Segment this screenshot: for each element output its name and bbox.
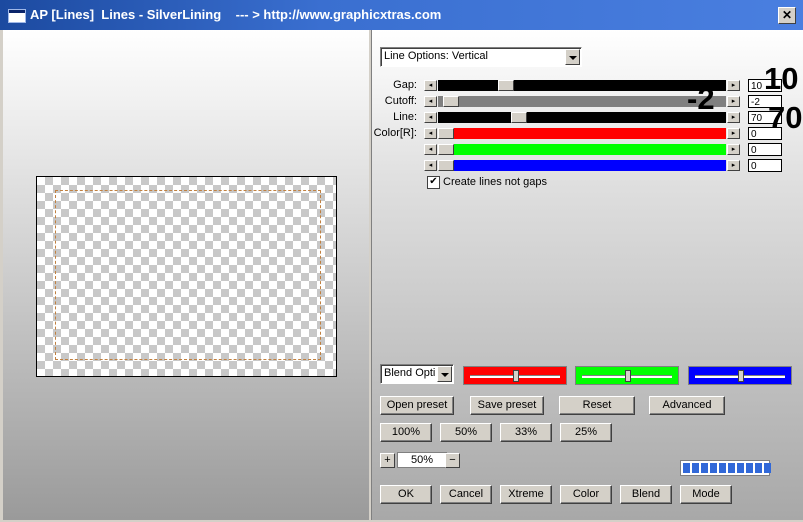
swatch-slider-thumb[interactable]	[513, 370, 519, 382]
progress-segment	[710, 463, 717, 473]
swatch-slider-thumb[interactable]	[625, 370, 631, 382]
open-preset-button[interactable]: Open preset	[380, 396, 454, 415]
color-r-value-field[interactable]: 0	[748, 127, 782, 140]
create-lines-checkbox[interactable]: ✔	[427, 176, 440, 189]
zoom-out-button[interactable]: −	[445, 453, 460, 468]
chevron-right-icon[interactable]: ▸	[727, 160, 740, 171]
color-r-slider[interactable]: ◂ ▸	[424, 128, 740, 139]
save-preset-button[interactable]: Save preset	[470, 396, 544, 415]
gap-label: Gap:	[393, 79, 417, 91]
swatch-slider-thumb[interactable]	[738, 370, 744, 382]
slider-track[interactable]	[438, 80, 726, 91]
chevron-left-icon[interactable]: ◂	[424, 96, 437, 107]
chevron-left-icon[interactable]: ◂	[424, 80, 437, 91]
blend-blue-swatch[interactable]	[688, 366, 792, 385]
progress-segment	[683, 463, 690, 473]
chevron-right-icon[interactable]: ▸	[727, 144, 740, 155]
chevron-left-icon[interactable]: ◂	[424, 112, 437, 123]
title-bar[interactable]: AP [Lines] Lines - SilverLining --- > ht…	[0, 0, 803, 30]
zoom-100-button[interactable]: 100%	[380, 423, 432, 442]
chevron-left-icon[interactable]: ◂	[424, 128, 437, 139]
preview-area	[3, 30, 369, 520]
reset-button[interactable]: Reset	[559, 396, 635, 415]
progress-segment	[755, 463, 762, 473]
zoom-value-field[interactable]: 50%	[397, 452, 447, 468]
chevron-right-icon[interactable]: ▸	[727, 128, 740, 139]
gap-big-value: 10	[764, 61, 799, 96]
blend-red-swatch[interactable]	[463, 366, 567, 385]
window-icon	[8, 9, 26, 23]
color-b-value-field[interactable]: 0	[748, 159, 782, 172]
slider-thumb[interactable]	[438, 160, 454, 171]
progress-segment	[728, 463, 735, 473]
preview-canvas[interactable]	[36, 176, 337, 377]
cancel-button[interactable]: Cancel	[440, 485, 492, 504]
slider-track[interactable]	[438, 112, 726, 123]
chevron-right-icon[interactable]: ▸	[727, 96, 740, 107]
zoom-in-button[interactable]: +	[380, 453, 395, 468]
advanced-button[interactable]: Advanced	[649, 396, 725, 415]
blend-options-select[interactable]: Blend Opti	[380, 364, 454, 384]
zoom-50-button[interactable]: 50%	[440, 423, 492, 442]
slider-track[interactable]	[438, 96, 726, 107]
cutoff-label: Cutoff:	[384, 95, 417, 107]
window-title: AP [Lines] Lines - SilverLining --- > ht…	[30, 7, 442, 22]
color-g-value-field[interactable]: 0	[748, 143, 782, 156]
color-button[interactable]: Color	[560, 485, 612, 504]
slider-track[interactable]	[438, 128, 726, 139]
cutoff-big-value: -2	[687, 81, 715, 116]
mode-button[interactable]: Mode	[680, 485, 732, 504]
close-button[interactable]: ✕	[778, 7, 796, 24]
line-label: Line:	[393, 111, 417, 123]
progress-segment	[746, 463, 753, 473]
slider-thumb[interactable]	[438, 128, 454, 139]
progress-segment	[737, 463, 744, 473]
color-r-label: Color[R]:	[373, 127, 417, 139]
progress-segment	[692, 463, 699, 473]
line-options-value: Line Options: Vertical	[384, 50, 488, 62]
slider-thumb[interactable]	[498, 80, 514, 91]
chevron-right-icon[interactable]: ▸	[727, 112, 740, 123]
blend-options-value: Blend Opti	[384, 367, 436, 379]
options-panel: Line Options: Vertical ✔ Create lines no…	[371, 30, 803, 520]
preview-line-frame	[55, 190, 321, 360]
chevron-down-icon[interactable]	[565, 49, 580, 65]
chevron-left-icon[interactable]: ◂	[424, 160, 437, 171]
progress-segment	[701, 463, 708, 473]
slider-track[interactable]	[438, 160, 726, 171]
slider-thumb[interactable]	[443, 96, 459, 107]
progress-bar	[680, 460, 771, 476]
slider-track[interactable]	[438, 144, 726, 155]
progress-segment	[719, 463, 726, 473]
color-b-slider[interactable]: ◂ ▸	[424, 160, 740, 171]
color-g-slider[interactable]: ◂ ▸	[424, 144, 740, 155]
chevron-down-icon[interactable]	[437, 366, 452, 382]
blend-button[interactable]: Blend	[620, 485, 672, 504]
create-lines-label: Create lines not gaps	[443, 176, 547, 188]
zoom-33-button[interactable]: 33%	[500, 423, 552, 442]
blend-green-swatch[interactable]	[575, 366, 679, 385]
progress-segment	[764, 463, 771, 473]
line-options-select[interactable]: Line Options: Vertical	[380, 47, 582, 67]
slider-thumb[interactable]	[511, 112, 527, 123]
plugin-window: AP [Lines] Lines - SilverLining --- > ht…	[0, 0, 803, 522]
slider-thumb[interactable]	[438, 144, 454, 155]
chevron-left-icon[interactable]: ◂	[424, 144, 437, 155]
chevron-right-icon[interactable]: ▸	[727, 80, 740, 91]
xtreme-button[interactable]: Xtreme	[500, 485, 552, 504]
ok-button[interactable]: OK	[380, 485, 432, 504]
zoom-25-button[interactable]: 25%	[560, 423, 612, 442]
line-slider[interactable]: ◂ ▸	[424, 112, 740, 123]
